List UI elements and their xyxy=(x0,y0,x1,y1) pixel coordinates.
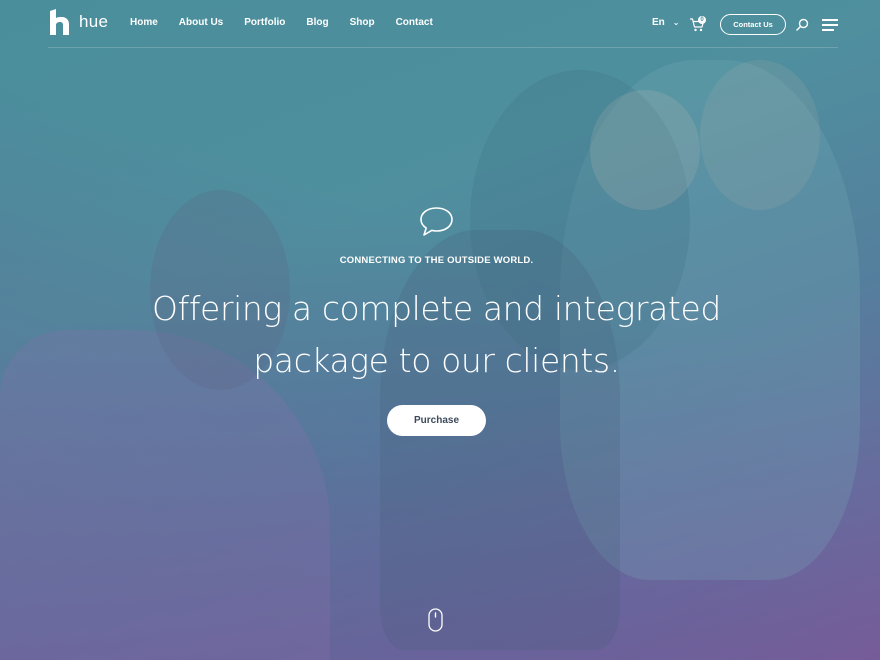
hero-kicker: CONNECTING TO THE OUTSIDE WORLD. xyxy=(339,255,534,266)
nav-item-shop[interactable]: Shop xyxy=(350,17,375,28)
purchase-button[interactable]: Purchase xyxy=(387,405,486,436)
hero-headline: Offering a complete and integrated packa… xyxy=(0,283,873,387)
nav-item-blog[interactable]: Blog xyxy=(306,17,328,28)
language-label: En xyxy=(652,17,665,28)
mouse-scroll-icon[interactable] xyxy=(428,608,443,632)
hamburger-icon[interactable] xyxy=(822,19,838,31)
headline-line-1: Offering a complete and integrated xyxy=(152,289,721,328)
top-navbar: hue Home About Us Portfolio Blog Shop Co… xyxy=(48,0,838,48)
cart-count-badge: 0 xyxy=(698,16,706,24)
headline-line-2: package to our clients. xyxy=(253,341,620,380)
photo-face-right xyxy=(700,60,820,210)
nav-item-portfolio[interactable]: Portfolio xyxy=(244,17,285,28)
brand-name: hue xyxy=(79,12,109,31)
main-menu: Home About Us Portfolio Blog Shop Contac… xyxy=(130,17,454,28)
speech-bubble-icon xyxy=(420,207,453,236)
hue-logo-icon xyxy=(50,9,69,35)
nav-item-about-us[interactable]: About Us xyxy=(179,17,223,28)
nav-item-home[interactable]: Home xyxy=(130,17,158,28)
language-selector[interactable]: En ⌄ xyxy=(652,17,679,28)
contact-us-button[interactable]: Contact Us xyxy=(720,14,786,35)
brand-logo[interactable]: hue xyxy=(48,9,108,35)
photo-face-left xyxy=(590,90,700,210)
nav-item-contact[interactable]: Contact xyxy=(396,17,433,28)
chevron-down-icon: ⌄ xyxy=(672,18,680,27)
search-icon[interactable] xyxy=(796,18,809,31)
